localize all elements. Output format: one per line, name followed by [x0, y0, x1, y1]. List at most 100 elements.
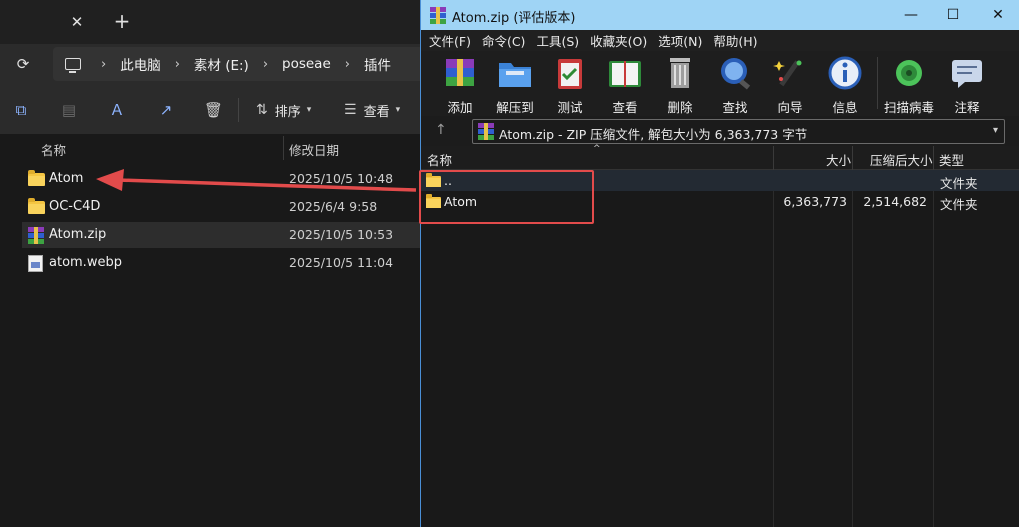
file-name: Atom: [49, 171, 84, 186]
tab-bar: ✕ +: [0, 0, 420, 44]
info-button[interactable]: 信息: [818, 55, 872, 115]
extract-to-label: 解压到: [496, 100, 534, 115]
file-list: 名称 修改日期 Atom 2025/10/5 10:48 OC-C4D 2025…: [0, 134, 420, 527]
menu-bar: 文件(F) 命令(C) 工具(S) 收藏夹(O) 选项(N) 帮助(H): [421, 30, 1019, 51]
close-tab-icon[interactable]: ✕: [66, 11, 88, 33]
breadcrumb-poseae[interactable]: poseae: [282, 56, 331, 72]
menu-commands[interactable]: 命令(C): [482, 31, 525, 50]
find-button[interactable]: 查找: [708, 55, 762, 115]
sort-icon: ⇅: [256, 102, 268, 118]
new-tab-icon[interactable]: +: [111, 10, 133, 32]
menu-file[interactable]: 文件(F): [429, 31, 471, 50]
chevron-right-icon: ›: [344, 56, 350, 72]
info-label: 信息: [832, 100, 858, 115]
add-button[interactable]: 添加: [433, 55, 487, 115]
file-name: OC-C4D: [49, 199, 101, 214]
extract-to-button[interactable]: 解压到: [488, 55, 542, 115]
copy-icon[interactable]: ⧉: [12, 101, 30, 119]
extract-folder-icon: [496, 55, 534, 91]
column-header-name[interactable]: 名称: [41, 140, 66, 159]
wizard-button[interactable]: 向导: [763, 55, 817, 115]
comment-label: 注释: [954, 100, 980, 115]
test-button[interactable]: 测试: [543, 55, 597, 115]
clipboard-check-icon: [551, 55, 589, 91]
file-row-atom-folder[interactable]: Atom 2025/10/5 10:48: [22, 166, 420, 192]
delete-button[interactable]: 删除: [653, 55, 707, 115]
file-date: 2025/10/5 11:04: [289, 255, 394, 270]
folder-icon: [28, 198, 45, 214]
column-grid-line: [852, 170, 853, 527]
archive-icon: [28, 227, 44, 244]
test-label: 测试: [557, 100, 583, 115]
column-divider[interactable]: [933, 146, 934, 170]
add-label: 添加: [447, 100, 473, 115]
sort-button[interactable]: ⇅ 排序 ▾: [256, 99, 311, 121]
scan-virus-label: 扫描病毒: [883, 100, 934, 115]
paste-icon[interactable]: ▤: [60, 101, 78, 119]
archive-icon: [478, 123, 494, 140]
column-header-name[interactable]: 名称: [427, 150, 452, 169]
window-title: Atom.zip (评估版本): [452, 11, 576, 26]
view-button[interactable]: 查看: [598, 55, 652, 115]
comment-button[interactable]: 注释: [940, 55, 994, 115]
file-date: 2025/10/5 10:48: [289, 171, 394, 186]
menu-options[interactable]: 选项(N): [658, 31, 702, 50]
winrar-app-icon: [430, 7, 446, 24]
close-icon[interactable]: ✕: [988, 5, 1008, 25]
file-name: Atom.zip: [49, 227, 107, 242]
file-row-atom-zip[interactable]: Atom.zip 2025/10/5 10:53: [22, 222, 420, 248]
rename-icon[interactable]: Ａ: [108, 101, 126, 119]
chevron-down-icon[interactable]: ▾: [993, 125, 998, 136]
chevron-right-icon: ›: [174, 56, 180, 72]
archive-path-field[interactable]: Atom.zip - ZIP 压缩文件, 解包大小为 6,363,773 字节 …: [472, 119, 1005, 144]
file-name: atom.webp: [49, 255, 122, 270]
column-header-packed-size[interactable]: 压缩后大小: [870, 150, 933, 169]
add-archive-icon: [441, 55, 479, 91]
file-row-atom-webp[interactable]: atom.webp 2025/10/5 11:04: [22, 250, 420, 276]
up-arrow-icon[interactable]: ↑: [435, 122, 447, 138]
book-icon: [606, 55, 644, 91]
address-bar: ⟳ › 此电脑 › 素材 (E:) › poseae › 插件: [0, 44, 433, 86]
column-grid-line: [773, 170, 774, 527]
breadcrumb-drive-e[interactable]: 素材 (E:): [194, 54, 249, 74]
refresh-icon[interactable]: ⟳: [12, 53, 34, 75]
share-icon[interactable]: ↗: [157, 101, 175, 119]
menu-tools[interactable]: 工具(S): [536, 31, 579, 50]
view-button[interactable]: ☰ 查看 ▾: [344, 99, 400, 121]
file-list-header: 名称 修改日期: [0, 134, 420, 162]
scan-virus-button[interactable]: 扫描病毒: [882, 55, 936, 115]
file-date: 2025/10/5 10:53: [289, 227, 394, 242]
archive-path-text: Atom.zip - ZIP 压缩文件, 解包大小为 6,363,773 字节: [499, 127, 808, 142]
column-header-size[interactable]: 大小: [826, 150, 851, 169]
virus-scan-icon: [890, 55, 928, 91]
command-bar: ⧉ ▤ Ａ ↗ 🗑 ⇅ 排序 ▾ ☰ 查看 ▾: [0, 86, 420, 134]
chevron-right-icon: ›: [101, 56, 107, 72]
view-label: 查看: [363, 104, 390, 120]
maximize-icon[interactable]: ☐: [943, 5, 963, 25]
file-explorer-window: ✕ + ⟳ › 此电脑 › 素材 (E:) › poseae › 插件 ⧉ ▤ …: [0, 0, 433, 527]
toolbar-divider: [238, 98, 239, 122]
column-divider[interactable]: [283, 136, 284, 160]
column-divider[interactable]: [773, 146, 774, 170]
delete-icon[interactable]: 🗑: [204, 101, 223, 119]
column-grid-line: [933, 170, 934, 527]
trash-icon: [661, 55, 699, 91]
breadcrumb-this-pc[interactable]: 此电脑: [120, 54, 161, 74]
view-label: 查看: [612, 100, 638, 115]
archive-item-size: 6,363,773: [783, 194, 847, 209]
view-icon: ☰: [344, 102, 357, 118]
menu-favorites[interactable]: 收藏夹(O): [590, 31, 647, 50]
sort-caret-icon: ^: [593, 144, 601, 154]
wizard-label: 向导: [777, 100, 803, 115]
minimize-icon[interactable]: —: [901, 5, 921, 25]
title-bar[interactable]: Atom.zip (评估版本) — ☐ ✕: [421, 0, 1019, 30]
breadcrumb[interactable]: › 此电脑 › 素材 (E:) › poseae › 插件: [53, 47, 433, 81]
file-row-oc-c4d[interactable]: OC-C4D 2025/6/4 9:58: [22, 194, 420, 220]
archive-item-packed-size: 2,514,682: [863, 194, 927, 209]
column-divider[interactable]: [852, 146, 853, 170]
archive-item-type: 文件夹: [940, 197, 978, 212]
menu-help[interactable]: 帮助(H): [713, 31, 757, 50]
breadcrumb-plugins[interactable]: 插件: [364, 54, 391, 74]
column-header-date[interactable]: 修改日期: [289, 140, 339, 159]
column-header-type[interactable]: 类型: [939, 150, 964, 169]
